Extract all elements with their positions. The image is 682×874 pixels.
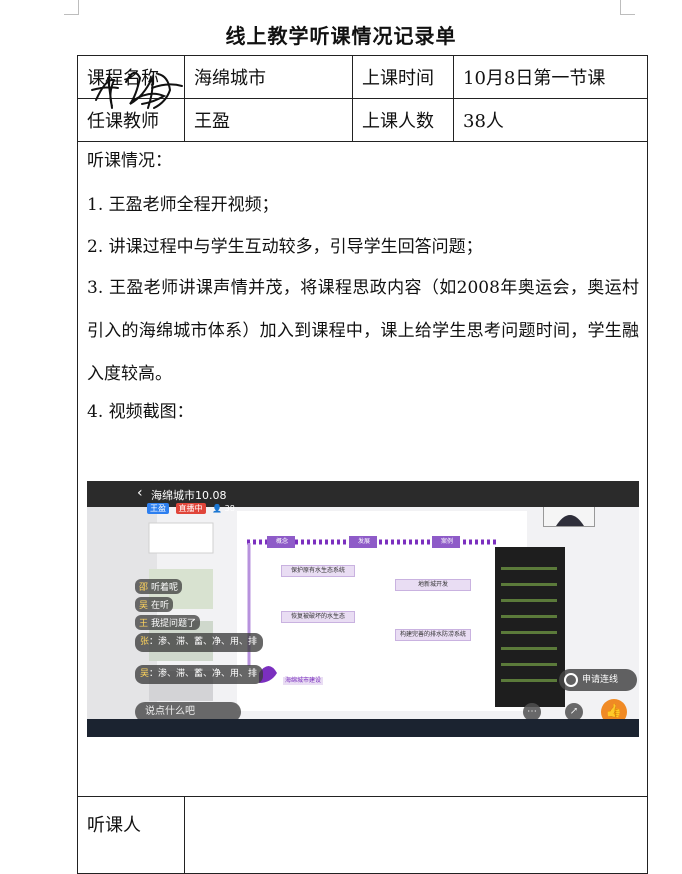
- chat-message: 吴：渗、滞、蓄、净、用、排: [135, 665, 263, 684]
- observation-heading: 听课情况：: [87, 151, 172, 171]
- handwritten-signature: [90, 71, 183, 109]
- class-time-value: 10月8日第一节课: [453, 55, 648, 99]
- viewer-icon: 👤: [212, 504, 223, 513]
- live-subbar: 王盈 直播中 👤 38: [147, 503, 235, 517]
- slide-tab: 发展: [357, 538, 370, 545]
- teacher-value: 王盈: [184, 98, 353, 142]
- slide-box: 构建完善的排水防涝系统: [395, 629, 471, 641]
- back-icon[interactable]: ‹: [137, 485, 143, 501]
- observation-item-3: 3. 王盈老师讲课声情并茂，将课程思政内容（如2008年奥运会，奥运村引入的海绵…: [87, 278, 639, 384]
- observation-cell: 听课情况： 1. 王盈老师全程开视频； 2. 讲课过程中与学生互动较多，引导学生…: [77, 141, 648, 797]
- connect-button[interactable]: 申请连线: [559, 669, 637, 691]
- student-count-value: 38人: [453, 98, 648, 142]
- slide-box: 恢复被破坏的水生态: [281, 611, 355, 623]
- chat-message: 邵听着呢: [135, 579, 183, 594]
- viewer-count: 38: [224, 504, 235, 513]
- slide-tab: 案例: [440, 538, 453, 545]
- course-name-value: 海绵城市: [184, 55, 353, 99]
- observation-item-4: 4. 视频截图：: [87, 402, 194, 422]
- crop-mark-top-right: [620, 0, 635, 15]
- chat-message: 吴在听: [135, 597, 174, 612]
- observation-item-2: 2. 讲课过程中与学生互动较多，引导学生回答问题；: [87, 237, 483, 257]
- slide-box: 保护原有水生态系统: [281, 565, 355, 577]
- table-row: 听课人: [77, 71, 648, 874]
- page-title: 线上教学听课情况记录单: [225, 24, 457, 48]
- observer-label: 听课人: [77, 796, 185, 874]
- taskbar: [87, 719, 639, 737]
- student-count-label: 上课人数: [352, 98, 454, 142]
- live-title: 海绵城市10.08: [151, 489, 227, 502]
- table-row: 听课情况： 1. 王盈老师全程开视频； 2. 讲课过程中与学生互动较多，引导学生…: [77, 141, 648, 797]
- teacher-name: 王盈: [147, 503, 169, 514]
- class-time-label: 上课时间: [352, 55, 454, 99]
- record-table: 课程名称 海绵城市 上课时间 10月8日第一节课 任课教师 王盈 上课人数 38…: [77, 55, 648, 874]
- link-icon: [564, 672, 578, 687]
- slide-tab: 概念: [275, 538, 288, 545]
- observation-item-1: 1. 王盈老师全程开视频；: [87, 195, 279, 215]
- slide-box: 地新城开发: [395, 579, 471, 591]
- chat-message: 张：渗、滞、蓄、净、用、排: [135, 633, 263, 652]
- live-badge: 直播中: [175, 503, 206, 514]
- slide-footer: 海绵城市建设: [284, 677, 321, 684]
- signature-cell: [90, 71, 648, 874]
- crop-mark-top-left: [64, 0, 79, 15]
- video-screenshot: 保护原有水生态系统 恢复被破坏的水生态 地新城开发 构建完善的排水防涝系统 概念…: [87, 481, 639, 737]
- chat-side-panel: [495, 547, 565, 707]
- chat-message: 王我提问题了: [135, 615, 201, 630]
